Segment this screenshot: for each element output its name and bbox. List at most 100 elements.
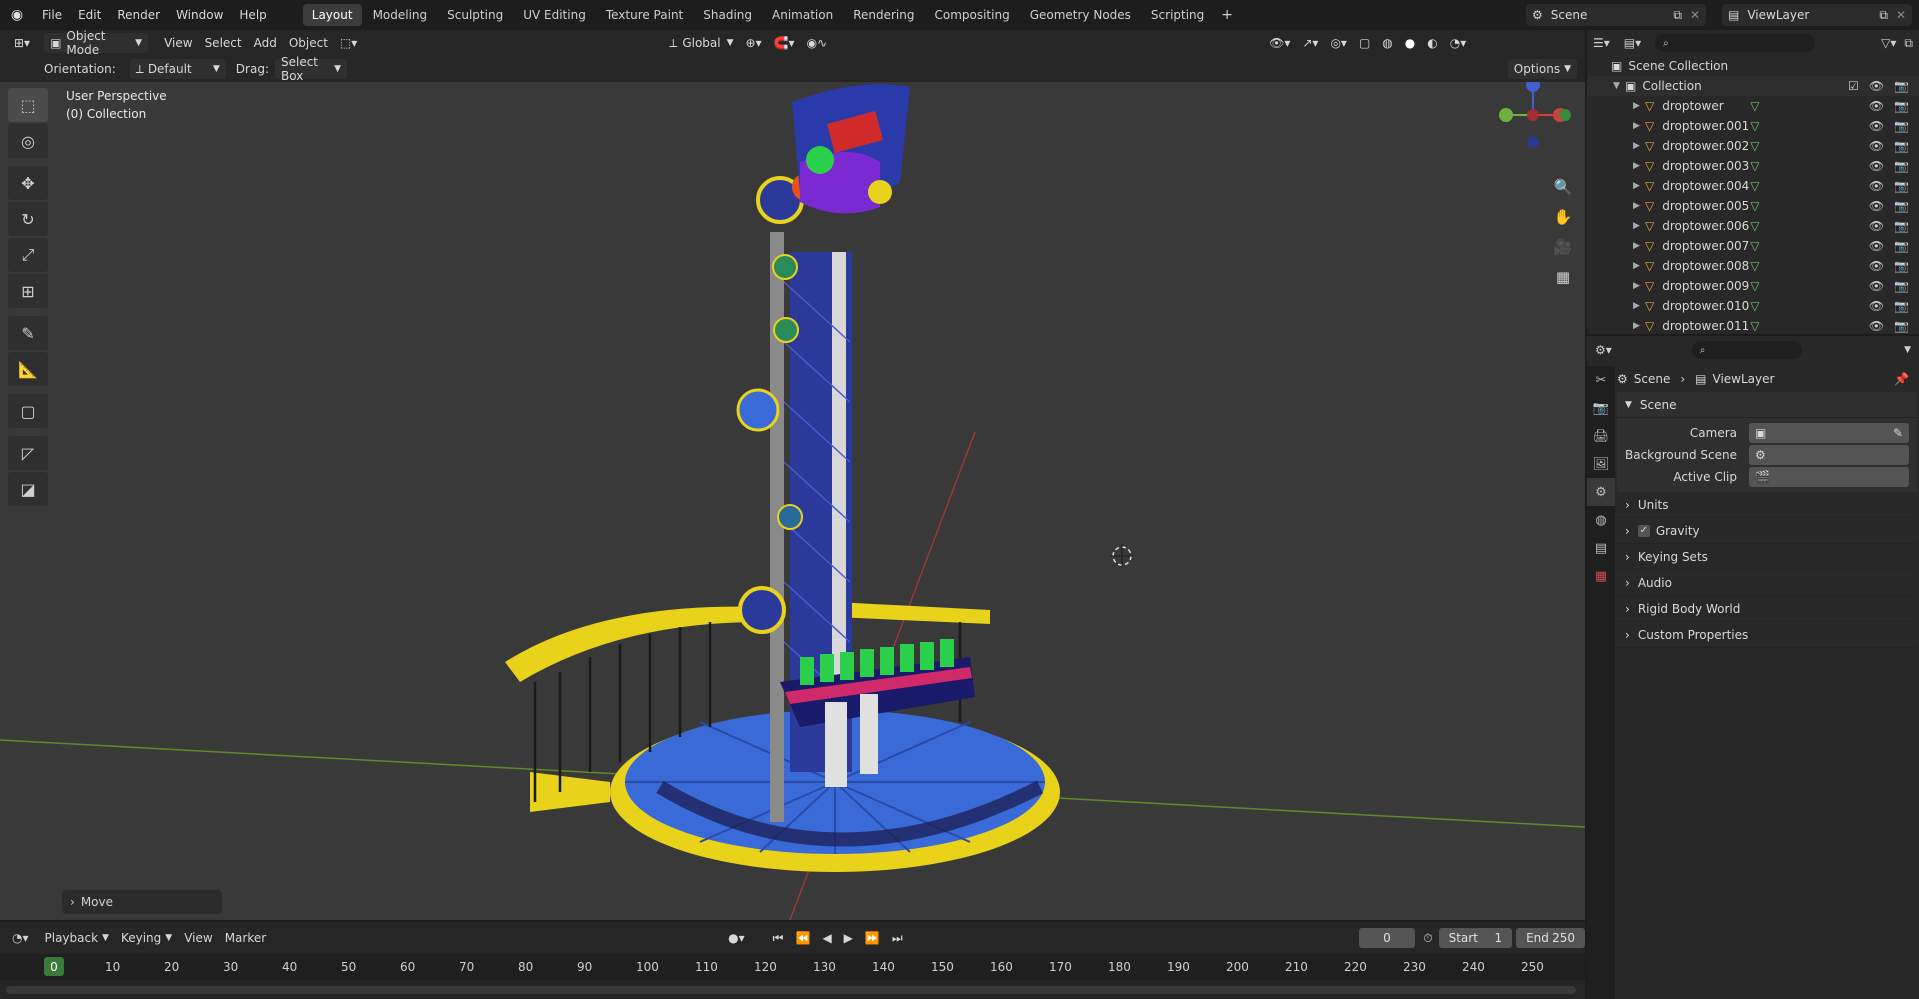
camera-icon[interactable]: 📷 [1894,279,1909,293]
camera-icon[interactable]: 📷 [1894,319,1909,333]
menu-view[interactable]: View [158,33,198,53]
select-box-tool-icon[interactable]: ⬚ [8,88,48,122]
texture-tab-icon[interactable]: ▦ [1587,562,1615,590]
menu-render[interactable]: Render [109,0,168,30]
options-dropdown[interactable]: Options ▼ [1507,59,1577,79]
outliner-object-row[interactable]: ▶ ▽ droptower.011 ▽ 👁 📷 [1587,316,1919,336]
shear-tool-icon[interactable]: ◸ [8,436,48,470]
current-frame-marker[interactable]: 0 [44,957,64,976]
expand-triangle-icon[interactable]: ▶ [1633,221,1645,231]
object-mode-extra-icon[interactable]: ⬚▾ [334,33,363,53]
scene-tab-icon[interactable]: ⚙ [1587,478,1615,506]
visibility-icon[interactable]: 👁▾ [1263,33,1296,53]
gizmo-y-icon[interactable] [1499,108,1513,122]
tab-modeling[interactable]: Modeling [364,4,437,26]
tab-layout[interactable]: Layout [302,4,362,26]
tab-sculpting[interactable]: Sculpting [438,4,512,26]
camera-view-icon[interactable]: 🎥 [1550,234,1576,260]
3d-viewport[interactable]: User Perspective (0) Collection ⬚ ◎ ✥ ↻ … [0,82,1585,920]
chevron-down-icon[interactable]: ▼ [1904,345,1911,355]
proportional-edit-icon[interactable]: ◉∿ [801,33,834,53]
outliner-object-row[interactable]: ▶ ▽ droptower.009 ▽ 👁 📷 [1587,276,1919,296]
expand-triangle-icon[interactable]: ▶ [1633,281,1645,291]
scene-panel-header[interactable]: ▼ Scene [1617,392,1917,418]
display-mode-icon[interactable]: ▤▾ [1624,36,1641,50]
camera-icon[interactable]: 📷 [1894,179,1909,193]
expand-triangle-icon[interactable]: ▶ [1633,181,1645,191]
menu-help[interactable]: Help [231,0,274,30]
gravity-checkbox-icon[interactable]: ✓ [1637,524,1650,537]
outliner-object-row[interactable]: ▶ ▽ droptower ▽ 👁 📷 [1587,96,1919,116]
eye-icon[interactable]: 👁 [1869,299,1884,313]
eye-icon[interactable]: 👁 [1869,159,1884,173]
eye-icon[interactable]: 👁 [1869,239,1884,253]
eye-icon[interactable]: 👁 [1869,219,1884,233]
eyedropper-icon[interactable]: ✎ [1893,426,1903,440]
eye-icon[interactable]: 👁 [1869,199,1884,213]
camera-icon[interactable]: 📷 [1894,119,1909,133]
cursor-tool-icon[interactable]: ◎ [8,124,48,158]
view-layer-selector[interactable]: ▤ ViewLayer ⧉ ✕ [1722,4,1912,26]
properties-type-icon[interactable]: ⚙▾ [1595,343,1612,357]
output-tab-icon[interactable]: 🖨 [1587,422,1615,450]
uv-tool-icon[interactable]: ◪ [8,472,48,506]
gizmo-neg-y-icon[interactable] [1559,109,1571,121]
ortho-grid-icon[interactable]: ▦ [1550,264,1576,290]
eye-icon[interactable]: 👁 [1869,99,1884,113]
camera-icon[interactable]: 📷 [1894,159,1909,173]
end-frame-field[interactable]: End 250 [1516,928,1585,948]
wireframe-shading-icon[interactable]: ◍ [1376,33,1398,53]
camera-icon[interactable]: 📷 [1894,199,1909,213]
render-tab-icon[interactable]: 📷 [1587,394,1615,422]
property-section-header[interactable]: › Audio [1617,570,1917,596]
jump-start-icon[interactable]: ⏮ [767,928,790,948]
rendered-shading-icon[interactable]: ◔▾ [1444,33,1473,53]
property-section-header[interactable]: › ✓ Gravity [1617,518,1917,544]
property-section-header[interactable]: › Custom Properties [1617,622,1917,648]
play-icon[interactable]: ▶ [838,928,859,948]
scene-selector[interactable]: ⚙ Scene ⧉ ✕ [1526,4,1706,26]
exclude-checkbox-icon[interactable]: ☑ [1848,79,1859,93]
add-workspace-icon[interactable]: + [1215,7,1239,23]
jump-keyframe-forward-icon[interactable]: ⏩ [859,928,886,948]
rotate-tool-icon[interactable]: ↻ [8,202,48,236]
overlay-icon[interactable]: ◎▾ [1324,33,1353,53]
tab-compositing[interactable]: Compositing [925,4,1018,26]
last-operator-panel[interactable]: › Move [62,890,222,914]
copy-scene-icon[interactable]: ⧉ [1673,8,1682,23]
properties-search-input[interactable]: ⌕ [1691,341,1802,359]
tab-scripting[interactable]: Scripting [1142,4,1213,26]
expand-triangle-icon[interactable]: ▶ [1633,161,1645,171]
gizmo-z-icon[interactable] [1526,82,1540,92]
outliner-object-row[interactable]: ▶ ▽ droptower.004 ▽ 👁 📷 [1587,176,1919,196]
menu-window[interactable]: Window [168,0,231,30]
tab-geometry-nodes[interactable]: Geometry Nodes [1021,4,1140,26]
property-section-header[interactable]: › Keying Sets [1617,544,1917,570]
gizmo-neg-x-icon[interactable] [1527,109,1539,121]
eye-icon[interactable]: 👁 [1869,319,1884,333]
background-scene-field[interactable]: ⚙ [1749,445,1909,465]
orientation-dropdown[interactable]: ⟂ Default ▼ [129,59,226,79]
tool-tab-icon[interactable]: ✂ [1587,366,1615,394]
expand-triangle-icon[interactable]: ▶ [1633,141,1645,151]
move-tool-icon[interactable]: ✥ [8,166,48,200]
eye-icon[interactable]: 👁 [1869,279,1884,293]
menu-select[interactable]: Select [199,33,248,53]
xray-icon[interactable]: ▢ [1353,33,1376,53]
playback-menu[interactable]: Playback ▼ [39,928,115,948]
add-cube-tool-icon[interactable]: ▢ [8,394,48,428]
tab-rendering[interactable]: Rendering [844,4,923,26]
camera-icon[interactable]: 📷 [1894,139,1909,153]
view-layer-tab-icon[interactable]: 🖼 [1587,450,1615,478]
material-shading-icon[interactable]: ◐ [1421,33,1443,53]
collapse-triangle-icon[interactable]: ▼ [1613,81,1625,91]
scale-tool-icon[interactable]: ⤢ [8,238,48,272]
camera-icon[interactable]: 📷 [1894,219,1909,233]
camera-icon[interactable]: 📷 [1894,259,1909,273]
camera-icon[interactable]: 📷 [1894,239,1909,253]
drag-dropdown[interactable]: Select Box ▼ [274,55,347,83]
measure-tool-icon[interactable]: 📐 [8,352,48,386]
timeline-ruler[interactable]: 0 10 20 30 40 50 60 70 80 90 100 110 120 130 140 150 16… [0,954,1585,980]
outliner-object-row[interactable]: ▶ ▽ droptower.001 ▽ 👁 📷 [1587,116,1919,136]
camera-icon[interactable]: 📷 [1894,299,1909,313]
